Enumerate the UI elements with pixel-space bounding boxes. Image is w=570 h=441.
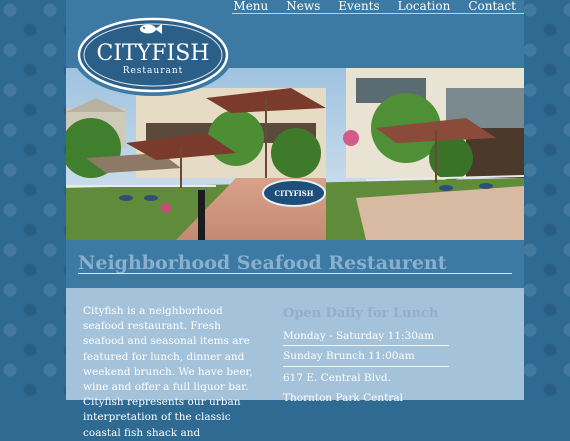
hours-sunday: Sunday Brunch 11:00am [283,350,415,362]
address-line-1: 617 E. Central Blvd. [283,372,391,384]
logo-name: CITYFISH [97,41,210,66]
nav-events[interactable]: Events [338,0,379,14]
hours-divider [283,345,449,346]
logo-subtitle: Restaurant [123,66,184,76]
hero-sign-text: CITYFISH [275,189,314,198]
nav-contact[interactable]: Contact [468,0,516,14]
hours-heading: Open Daily for Lunch [283,306,439,321]
cityfish-logo[interactable]: CITYFISH Restaurant [72,13,234,97]
page-headline: Neighborhood Seafood Restaurent [78,252,447,274]
nav-news[interactable]: News [286,0,320,14]
address-line-2: Thornton Park Central [283,392,403,404]
top-nav: Menu News Events Location Contact [66,0,524,14]
hours-weekday: Monday - Saturday 11:30am [283,330,435,342]
nav-divider [232,13,524,14]
headline-divider [78,273,512,274]
nav-menu[interactable]: Menu [233,0,268,14]
about-text: Cityfish is a neighborhood seafood resta… [83,305,253,439]
nav-location[interactable]: Location [398,0,451,14]
hours-divider [283,366,449,367]
